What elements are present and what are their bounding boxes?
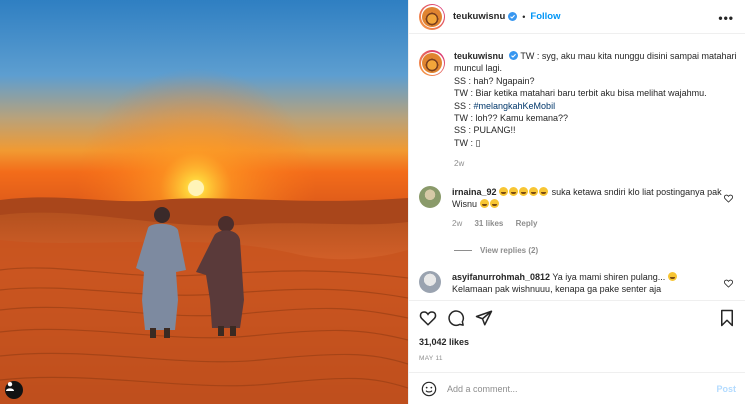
comments-list[interactable]: teukuwisnu TW : syg, aku mau kita nunggu…: [409, 35, 745, 300]
caption-username[interactable]: teukuwisnu: [454, 51, 504, 61]
laughing-emoji-icon: [479, 199, 489, 209]
comment-item: irnaina_92 suka ketawa sndiri klo liat p…: [419, 186, 739, 228]
post-actions: 31,042 likes MAY 11: [409, 300, 745, 370]
laughing-emoji-icon: [509, 187, 519, 196]
comment-text: Kelamaan pak wishnuuu, kenapa ga pake se…: [452, 284, 662, 295]
tag-user-button[interactable]: [5, 381, 23, 399]
comment-icon: [448, 310, 465, 327]
verified-icon: [508, 12, 518, 21]
reply-button[interactable]: Reply: [516, 219, 538, 228]
post-caption: teukuwisnu TW : syg, aku mau kita nunggu…: [419, 50, 739, 168]
share-button[interactable]: [475, 309, 493, 327]
laughing-emoji-icon: [519, 187, 529, 196]
post-header: teukuwisnu • Follow •••: [409, 0, 745, 34]
commenter-username[interactable]: irnaina_92: [452, 187, 497, 197]
comment-time: 2w: [452, 218, 463, 228]
comment-likes[interactable]: 31 likes: [474, 219, 503, 228]
add-comment-bar: Post: [409, 372, 745, 404]
comment-button[interactable]: [447, 309, 465, 327]
post-date: MAY 11: [419, 355, 443, 362]
comment-item: asyifanurrohmah_0812 Ya iya mami shiren …: [419, 271, 739, 296]
author-avatar[interactable]: [419, 3, 445, 30]
follow-button[interactable]: Follow: [530, 11, 560, 22]
comment-text: Ya iya mami shiren pulang...: [552, 272, 666, 282]
post-side-panel: teukuwisnu • Follow ••• teukuwisnu TW : …: [408, 0, 745, 404]
tag-user-icon: [6, 382, 14, 391]
caption-line: SS : PULANG!!: [454, 125, 516, 136]
emoji-icon[interactable]: [421, 381, 437, 397]
caption-line: TW : ▯: [454, 137, 481, 148]
commenter-avatar[interactable]: [419, 271, 441, 293]
caption-line: TW : Biar ketika matahari baru terbit ak…: [454, 88, 707, 99]
laughing-emoji-icon: [667, 272, 677, 281]
post-comment-button[interactable]: Post: [716, 384, 736, 394]
post-photo[interactable]: [0, 0, 408, 404]
comment-meta: 2w 31 likes Reply: [452, 219, 739, 228]
commenter-avatar[interactable]: [419, 186, 441, 208]
caption-line: SS :: [454, 100, 474, 111]
share-icon: [475, 310, 493, 326]
heart-icon[interactable]: [724, 279, 733, 288]
laughing-emoji-icon: [499, 187, 509, 196]
view-replies-label: View replies (2): [480, 246, 539, 255]
caption-line: SS : hah? Ngapain?: [454, 75, 535, 86]
verified-icon: [509, 51, 519, 60]
more-icon[interactable]: •••: [718, 11, 734, 25]
like-button[interactable]: [419, 309, 437, 327]
save-button[interactable]: [718, 309, 736, 327]
separator-dot: •: [522, 11, 526, 22]
caption-avatar[interactable]: [419, 50, 445, 76]
caption-line: TW : loh?? Kamu kemana??: [454, 113, 569, 124]
caption-timestamp: 2w: [454, 159, 465, 169]
laughing-emoji-icon: [489, 199, 499, 209]
desert-sunset-image: [0, 0, 408, 404]
likes-count[interactable]: 31,042 likes: [419, 337, 469, 347]
view-replies-button[interactable]: View replies (2): [454, 246, 538, 255]
laughing-emoji-icon: [539, 187, 549, 196]
laughing-emoji-icon: [529, 187, 539, 196]
commenter-username[interactable]: asyifanurrohmah_0812: [452, 272, 550, 282]
hashtag-link[interactable]: #melangkahKeMobil: [474, 101, 556, 111]
author-username[interactable]: teukuwisnu: [453, 11, 505, 22]
heart-icon[interactable]: [724, 194, 733, 203]
heart-icon: [419, 311, 437, 326]
bookmark-icon: [721, 309, 733, 327]
comment-input[interactable]: [447, 383, 697, 394]
